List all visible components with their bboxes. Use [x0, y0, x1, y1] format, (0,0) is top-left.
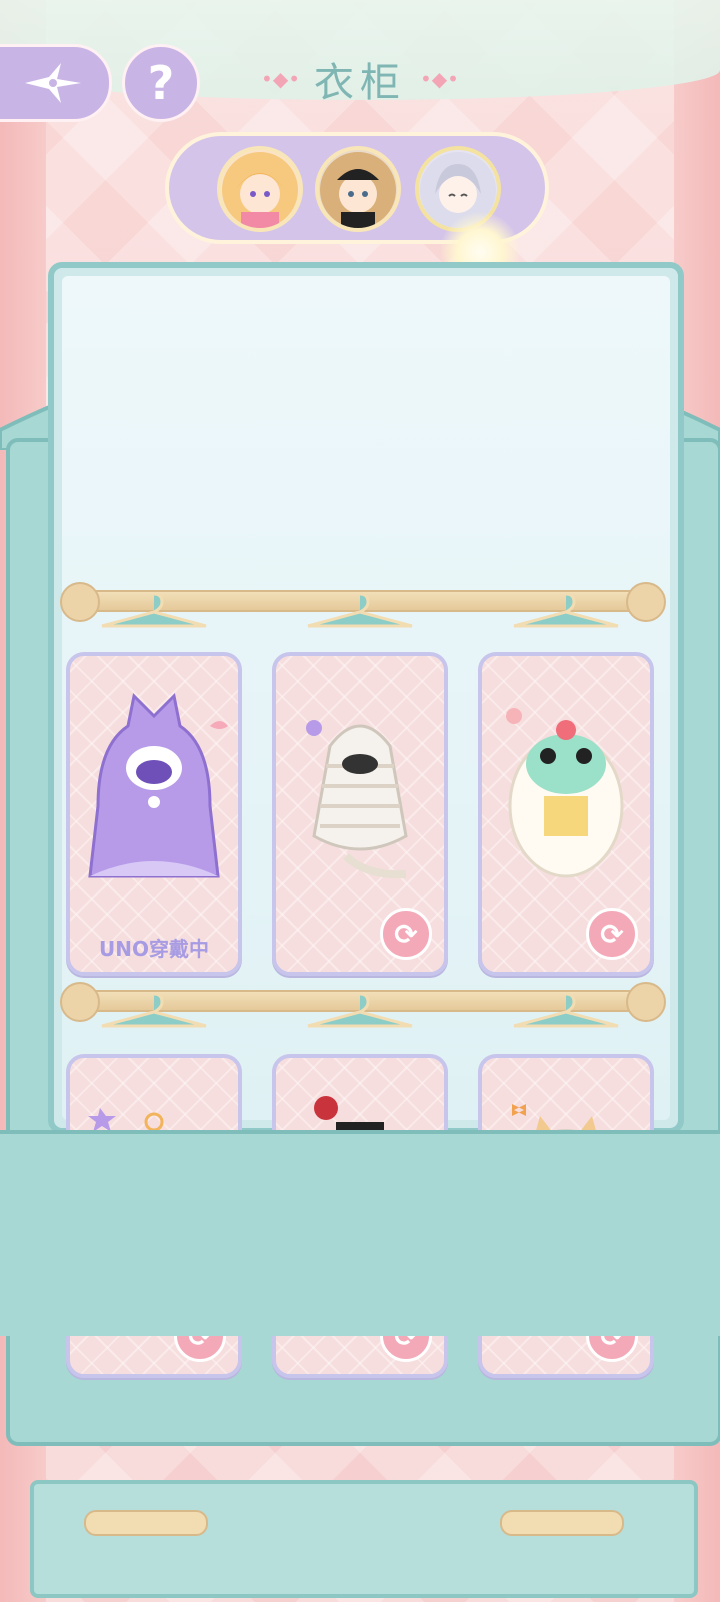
hanger-icon — [513, 592, 619, 628]
refresh-icon: ⟳ — [394, 917, 418, 951]
help-button[interactable]: ? — [122, 44, 200, 122]
top-bar: ? •◆• 衣柜 •◆• — [0, 44, 720, 134]
wardrobe-base — [0, 1130, 720, 1336]
costume-card-lion-dance[interactable]: ⟳ — [478, 652, 654, 976]
character-avatar-2[interactable] — [315, 146, 401, 232]
blonde-girl-icon — [222, 152, 298, 228]
lion-dance-costume-icon — [506, 708, 624, 878]
rod-end-right-1 — [626, 582, 666, 622]
rod-end-left-2 — [60, 982, 100, 1022]
hat-boy-icon — [320, 152, 396, 228]
title-decoration-left: •◆• — [261, 67, 300, 91]
title-banner: •◆• 衣柜 •◆• — [230, 34, 490, 124]
back-button[interactable] — [0, 44, 112, 122]
refresh-icon: ⟳ — [600, 917, 624, 951]
title-decoration-right: •◆• — [420, 67, 459, 91]
drawer-handle-right — [500, 1510, 624, 1536]
hanger-icon — [307, 992, 413, 1028]
page-title: 衣柜 — [314, 60, 406, 106]
costume-card-purple-monster[interactable]: UNO穿戴中 — [66, 652, 242, 976]
hanger-icon — [513, 992, 619, 1028]
help-label: ? — [147, 56, 175, 110]
character-avatar-1[interactable] — [217, 146, 303, 232]
hanger-icon — [101, 592, 207, 628]
compass-star-icon — [25, 63, 81, 103]
purple-monster-costume-icon — [88, 692, 228, 878]
wearing-status: UNO穿戴中 — [99, 937, 209, 961]
hanger-icon — [101, 992, 207, 1028]
costume-card-mummy[interactable]: ⟳ — [272, 652, 448, 976]
wardrobe-drawer[interactable] — [30, 1480, 698, 1598]
rod-end-right-2 — [626, 982, 666, 1022]
refresh-button[interactable]: ⟳ — [380, 908, 432, 960]
mummy-costume-icon — [306, 720, 408, 879]
drawer-handle-left — [84, 1510, 208, 1536]
refresh-button[interactable]: ⟳ — [586, 908, 638, 960]
rod-end-left-1 — [60, 582, 100, 622]
hanger-icon — [307, 592, 413, 628]
